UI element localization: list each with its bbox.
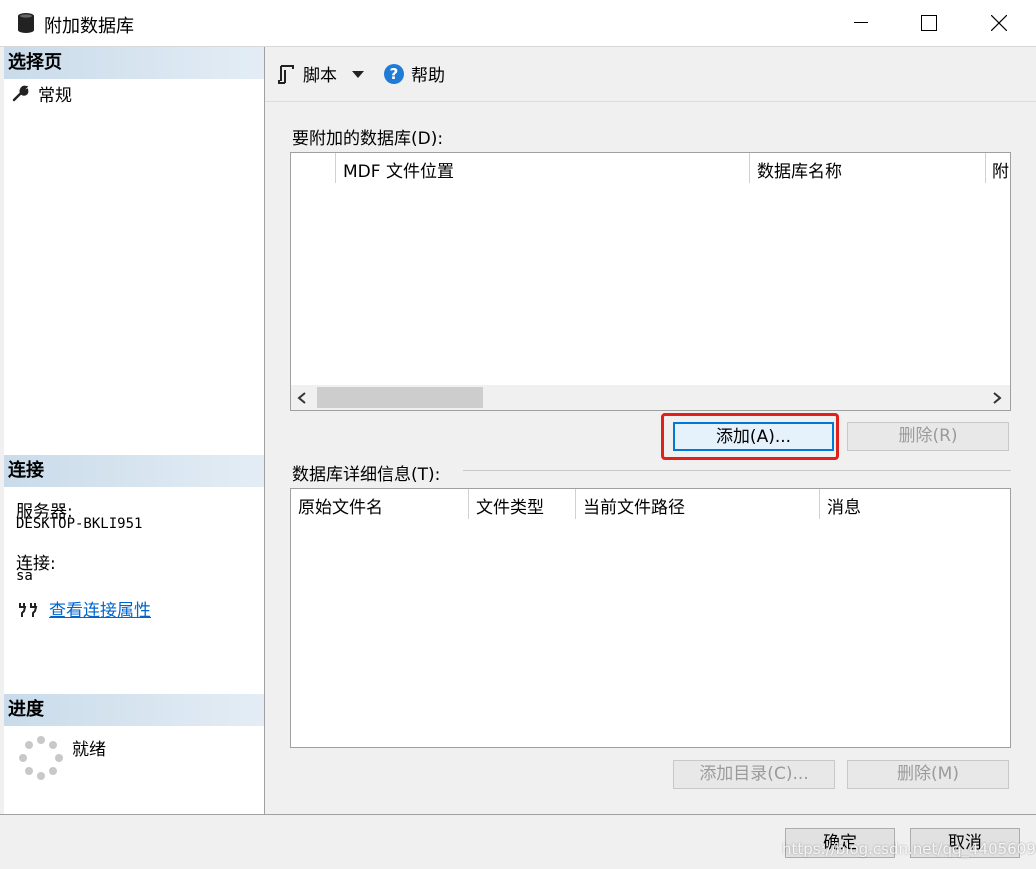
attach-databases-grid[interactable]: MDF 文件位置 数据库名称 附 [290,152,1011,411]
scrollbar-thumb[interactable] [317,387,483,408]
toolbar: 脚本 ? 帮助 [265,47,1036,102]
scroll-left-icon[interactable] [297,392,307,404]
select-page-header: 选择页 [4,47,264,79]
attach-databases-label: 要附加的数据库(D): [292,129,444,149]
add-catalog-button[interactable]: 添加目录(C)... [673,760,835,789]
section-divider [463,470,1011,471]
sidebar-item-label: 常规 [38,85,72,106]
window-title: 附加数据库 [44,16,134,37]
column-header-mdf-location[interactable]: MDF 文件位置 [343,157,454,182]
server-value: DESKTOP-BKLI951 [16,516,143,532]
horizontal-scrollbar[interactable] [291,385,1010,410]
connection-value: sa [16,568,33,584]
progress-header: 进度 [4,694,264,726]
remove-database-button[interactable]: 删除(R) [847,422,1009,451]
title-bar: 附加数据库 [0,0,1036,47]
database-details-grid[interactable]: 原始文件名 文件类型 当前文件路径 消息 [290,488,1011,748]
column-header-original-file[interactable]: 原始文件名 [298,493,383,518]
help-button[interactable]: ? 帮助 [383,61,445,86]
progress-spinner-icon [19,736,63,780]
connection-header: 连接 [4,455,264,487]
dropdown-arrow-icon[interactable] [351,69,365,79]
remove-detail-button[interactable]: 删除(M) [847,760,1009,789]
maximize-button[interactable] [894,0,964,46]
progress-status: 就绪 [72,740,106,760]
column-divider [335,153,336,183]
column-header-database-name[interactable]: 数据库名称 [757,157,842,182]
close-icon [991,15,1007,31]
column-divider [985,153,986,183]
maximize-icon [921,15,937,31]
script-button[interactable]: 脚本 [277,61,365,86]
script-icon [278,64,294,84]
sidebar-item-general[interactable]: 常规 [12,81,72,106]
scroll-right-icon[interactable] [992,392,1002,404]
script-label: 脚本 [303,66,337,86]
watermark: https://blog.csdn.net/qq_44056090 [782,840,1036,858]
database-details-label: 数据库详细信息(T): [292,465,441,485]
wrench-icon [12,85,29,102]
sidebar: 选择页 常规 连接 服务器: DESKTOP-BKLI951 连接: sa 查看… [4,47,265,814]
plug-icon [19,602,38,617]
help-label: 帮助 [411,66,445,86]
footer: 确定 取消 https://blog.csdn.net/qq_44056090 [0,814,1036,869]
column-divider [468,489,469,519]
view-connection-properties[interactable]: 查看连接属性 [18,596,151,621]
minimize-button[interactable] [826,0,896,46]
column-header-file-type[interactable]: 文件类型 [476,493,544,518]
view-properties-link[interactable]: 查看连接属性 [49,596,151,621]
column-divider [575,489,576,519]
column-divider [749,153,750,183]
column-divider [819,489,820,519]
add-database-button[interactable]: 添加(A)... [673,422,834,451]
database-icon [18,13,34,33]
close-button[interactable] [964,0,1034,46]
column-header-attach-as[interactable]: 附 [992,157,1009,182]
column-header-message[interactable]: 消息 [827,493,861,518]
column-header-current-path[interactable]: 当前文件路径 [583,493,685,518]
minimize-icon [854,22,868,23]
help-icon: ? [384,63,404,84]
svg-text:?: ? [390,65,399,83]
